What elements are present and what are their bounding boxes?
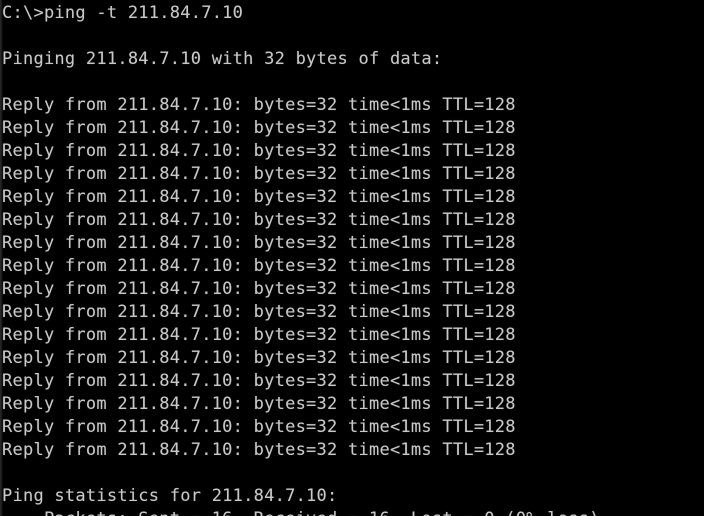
ping-reply-line: Reply from 211.84.7.10: bytes=32 time<1m… bbox=[2, 187, 516, 207]
ping-reply-line: Reply from 211.84.7.10: bytes=32 time<1m… bbox=[2, 302, 516, 322]
ping-reply-line: Reply from 211.84.7.10: bytes=32 time<1m… bbox=[2, 348, 516, 368]
console-text-buffer[interactable]: C:\>ping -t 211.84.7.10 Pinging 211.84.7… bbox=[0, 0, 704, 516]
ping-reply-line: Reply from 211.84.7.10: bytes=32 time<1m… bbox=[2, 371, 516, 391]
ping-reply-line: Reply from 211.84.7.10: bytes=32 time<1m… bbox=[2, 325, 516, 345]
ping-header-line: Pinging 211.84.7.10 with 32 bytes of dat… bbox=[2, 49, 443, 69]
ping-statistics-title: Ping statistics for 211.84.7.10: bbox=[2, 486, 338, 506]
ping-reply-line: Reply from 211.84.7.10: bytes=32 time<1m… bbox=[2, 118, 516, 138]
ping-reply-line: Reply from 211.84.7.10: bytes=32 time<1m… bbox=[2, 210, 516, 230]
ping-statistics-packets: Packets: Sent = 16, Received = 16, Lost … bbox=[2, 508, 704, 516]
ping-reply-line: Reply from 211.84.7.10: bytes=32 time<1m… bbox=[2, 417, 516, 437]
command-line: C:\>ping -t 211.84.7.10 bbox=[2, 3, 244, 23]
ping-reply-line: Reply from 211.84.7.10: bytes=32 time<1m… bbox=[2, 394, 516, 414]
ping-reply-line: Reply from 211.84.7.10: bytes=32 time<1m… bbox=[2, 233, 516, 253]
ping-reply-line: Reply from 211.84.7.10: bytes=32 time<1m… bbox=[2, 440, 516, 460]
ping-reply-line: Reply from 211.84.7.10: bytes=32 time<1m… bbox=[2, 256, 516, 276]
ping-reply-line: Reply from 211.84.7.10: bytes=32 time<1m… bbox=[2, 164, 516, 184]
command-prompt-window[interactable]: C:\>ping -t 211.84.7.10 Pinging 211.84.7… bbox=[0, 0, 704, 516]
ping-reply-line: Reply from 211.84.7.10: bytes=32 time<1m… bbox=[2, 95, 516, 115]
ping-reply-line: Reply from 211.84.7.10: bytes=32 time<1m… bbox=[2, 141, 516, 161]
ping-reply-line: Reply from 211.84.7.10: bytes=32 time<1m… bbox=[2, 279, 516, 299]
